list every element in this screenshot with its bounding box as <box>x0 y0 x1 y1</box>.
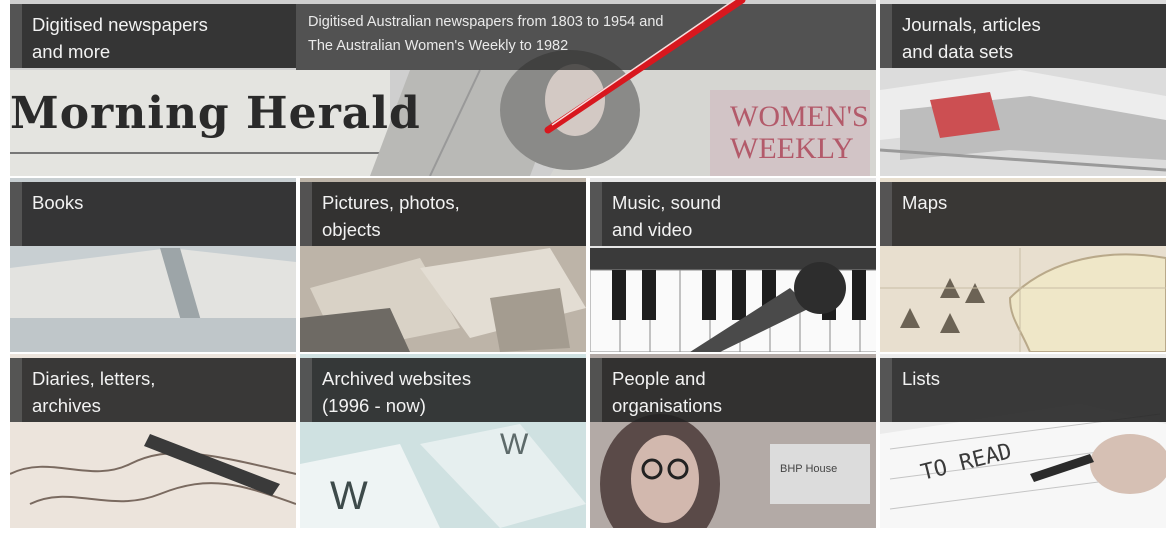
masthead-womens: WOMEN'S <box>730 100 869 133</box>
tile-label-websites: Archived websites (1996 - now) <box>300 358 586 422</box>
tile-label-people: People and organisations <box>590 358 876 422</box>
svg-text:W: W <box>500 428 529 461</box>
tile-pictures[interactable]: Pictures, photos, objects <box>300 178 586 352</box>
tile-people[interactable]: BHP House People and organisations <box>590 354 876 528</box>
tile-books[interactable]: Books <box>10 178 296 352</box>
tile-journals[interactable]: Journals, articles and data sets <box>880 0 1166 176</box>
masthead-weekly: WEEKLY <box>730 132 854 165</box>
tile-diaries[interactable]: Diaries, letters, archives <box>10 354 296 528</box>
tile-label-diaries: Diaries, letters, archives <box>10 358 296 422</box>
tile-lists[interactable]: TO READ Lists <box>880 354 1166 528</box>
tile-label-pictures: Pictures, photos, objects <box>300 182 586 246</box>
masthead-morning-herald: Morning Herald <box>10 88 421 139</box>
tile-label-newspapers: Digitised newspapers and more <box>10 4 296 68</box>
tile-archived-websites[interactable]: W W Archived websites (1996 - now) <box>300 354 586 528</box>
svg-text:BHP House: BHP House <box>780 463 837 475</box>
category-grid: Morning Herald WOMEN'S WEEKLY Digitised … <box>0 0 1176 538</box>
tile-maps[interactable]: Maps <box>880 178 1166 352</box>
svg-text:W: W <box>330 474 368 518</box>
newspapers-description: Digitised Australian newspapers from 180… <box>296 4 876 70</box>
tile-label-books: Books <box>10 182 296 246</box>
tile-label-journals: Journals, articles and data sets <box>880 4 1166 68</box>
tile-label-music: Music, sound and video <box>590 182 876 246</box>
tile-label-maps: Maps <box>880 182 1166 246</box>
tile-music[interactable]: Music, sound and video <box>590 178 876 352</box>
tile-label-lists: Lists <box>880 358 1166 422</box>
